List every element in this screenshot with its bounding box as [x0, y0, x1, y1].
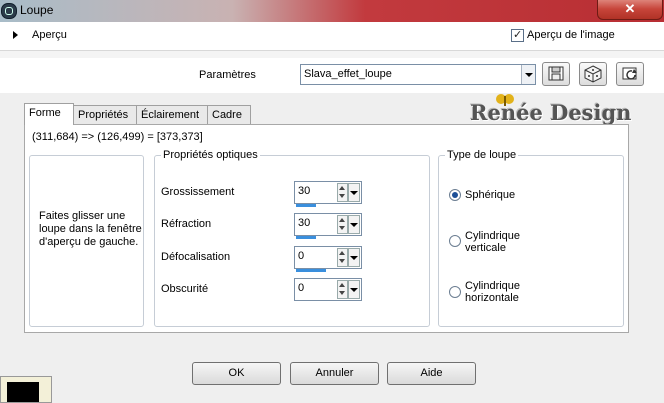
tab-eclairement[interactable]: Éclairement: [136, 105, 208, 124]
loupe-type-group: Type de loupe Sphérique Cylindrique vert…: [438, 149, 624, 327]
ok-button[interactable]: OK: [192, 362, 281, 385]
spin-arrows-icon[interactable]: [337, 248, 348, 267]
magnification-slider[interactable]: [296, 204, 316, 207]
close-button[interactable]: ✕: [597, 0, 663, 20]
radio-spherical[interactable]: [449, 189, 461, 201]
spin-arrows-icon[interactable]: [337, 280, 348, 299]
radio-cylindrical-vertical[interactable]: [449, 235, 461, 247]
defocus-slider[interactable]: [296, 269, 326, 272]
defocus-value: 0: [298, 250, 305, 262]
title-bar: Loupe ✕: [0, 0, 664, 22]
tab-forme[interactable]: Forme: [24, 103, 74, 125]
checkmark-icon: ✓: [513, 29, 523, 41]
darkness-label: Obscurité: [161, 283, 209, 295]
defocus-spinner[interactable]: 0: [294, 246, 362, 272]
preset-combobox[interactable]: Slava_effet_loupe: [300, 64, 536, 85]
refraction-spinner[interactable]: 30: [294, 213, 362, 239]
chevron-down-icon[interactable]: [521, 65, 535, 84]
magnification-label: Grossissement: [161, 186, 235, 198]
refraction-slider[interactable]: [296, 236, 316, 239]
save-icon: [548, 66, 564, 81]
watermark: Renée Design: [470, 100, 632, 125]
color-swatch-area: [0, 376, 52, 403]
save-preset-button[interactable]: [542, 62, 570, 86]
preset-value: Slava_effet_loupe: [304, 68, 392, 80]
cylindrical-horizontal-label[interactable]: Cylindrique horizontale: [465, 280, 545, 304]
cylindrical-vertical-label[interactable]: Cylindrique verticale: [465, 230, 545, 254]
optical-properties-group: Propriétés optiques Grossissement 30 Réf…: [154, 149, 430, 327]
randomize-icon: [584, 65, 602, 83]
instructions-text: Faites glisser une loupe dans la fenêtre…: [39, 210, 142, 248]
spherical-label[interactable]: Sphérique: [465, 189, 515, 201]
preview-label[interactable]: Aperçu: [32, 29, 67, 41]
window-title: Loupe: [20, 3, 54, 17]
defocus-label: Défocalisation: [161, 251, 231, 263]
chevron-down-icon[interactable]: [348, 248, 360, 267]
spin-arrows-icon[interactable]: [337, 183, 348, 202]
reset-button[interactable]: [616, 62, 644, 86]
refraction-label: Réfraction: [161, 218, 212, 230]
help-button[interactable]: Aide: [387, 362, 476, 385]
preview-row: Aperçu ✓ Aperçu de l'image: [0, 22, 664, 50]
tab-panel: (311,684) => (126,499) = [373,373] Faite…: [24, 124, 629, 333]
refraction-value: 30: [298, 217, 311, 229]
optical-properties-title: Propriétés optiques: [161, 149, 260, 161]
chevron-down-icon[interactable]: [348, 215, 360, 234]
image-preview-label: Aperçu de l'image: [527, 29, 615, 41]
radio-cylindrical-horizontal[interactable]: [449, 286, 461, 298]
darkness-value: 0: [298, 282, 305, 294]
loupe-type-title: Type de loupe: [445, 149, 519, 161]
darkness-spinner[interactable]: 0: [294, 278, 362, 301]
tab-cadre[interactable]: Cadre: [207, 105, 251, 124]
parameters-row: Paramètres Slava_effet_loupe: [0, 58, 664, 93]
reset-icon: [622, 67, 637, 80]
randomize-button[interactable]: [579, 62, 607, 86]
app-icon: [1, 3, 17, 19]
magnification-spinner[interactable]: 30: [294, 181, 362, 207]
coordinate-readout: (311,684) => (126,499) = [373,373]: [32, 131, 203, 143]
color-swatch: [7, 382, 39, 402]
cancel-button[interactable]: Annuler: [290, 362, 379, 385]
magnification-value: 30: [298, 185, 311, 197]
expand-arrow-icon[interactable]: [13, 31, 18, 39]
spin-arrows-icon[interactable]: [337, 215, 348, 234]
image-preview-checkbox[interactable]: ✓: [511, 29, 524, 42]
instructions-box: Faites glisser une loupe dans la fenêtre…: [29, 155, 144, 327]
chevron-down-icon[interactable]: [348, 183, 360, 202]
chevron-down-icon[interactable]: [348, 280, 360, 299]
tab-proprietes[interactable]: Propriétés: [73, 105, 140, 124]
parameters-label: Paramètres: [199, 69, 256, 81]
